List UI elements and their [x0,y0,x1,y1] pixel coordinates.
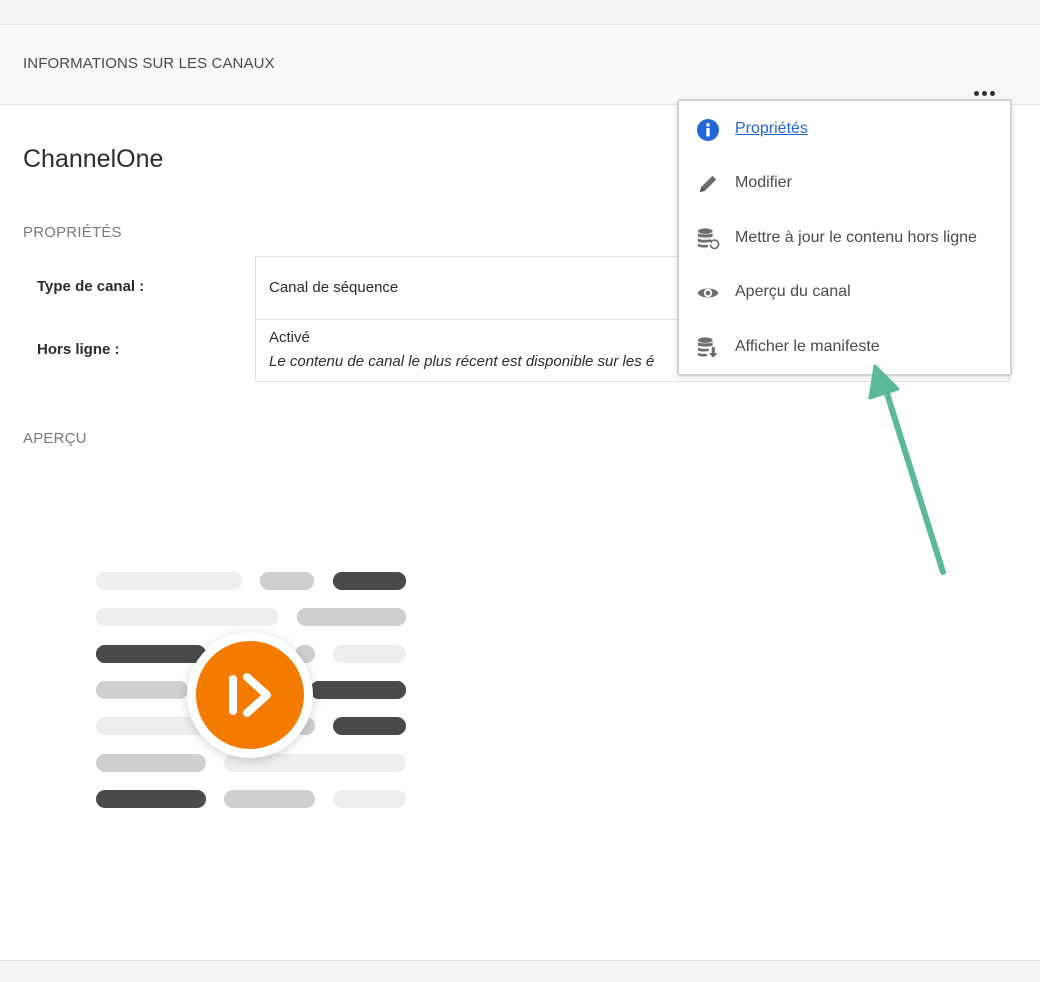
menu-item-label: Mettre à jour le contenu hors ligne [735,229,977,246]
panel-title: INFORMATIONS SUR LES CANAUX [23,55,275,72]
sequence-channel-play-icon [196,641,304,749]
info-icon [696,118,720,142]
illustration-line [96,608,278,626]
property-value: Canal de séquence [269,279,399,296]
illustration-line [96,717,206,735]
play-glyph [229,673,271,717]
database-refresh-icon [696,227,720,251]
property-label: Hors ligne : [37,341,120,358]
menu-item-edit[interactable]: Modifier [679,160,1010,208]
menu-item-label: Modifier [735,174,792,191]
illustration-line [260,572,314,590]
more-dot [989,90,995,96]
menu-item-preview-channel[interactable]: Aperçu du canal [679,269,1010,317]
footer-strip [0,960,1040,982]
actions-menu: Propriétés Modifier Mettre à jour le con… [677,99,1012,376]
illustration-line [333,717,406,735]
menu-item-properties[interactable]: Propriétés [679,106,1010,154]
menu-item-label: Aperçu du canal [735,283,851,300]
menu-item-label: Afficher le manifeste [735,338,880,355]
menu-item-show-manifest[interactable]: Afficher le manifeste [679,324,1010,372]
more-dot [981,90,987,96]
illustration-line [96,754,206,772]
menu-item-update-offline[interactable]: Mettre à jour le contenu hors ligne [679,215,1010,263]
illustration-line [310,681,406,699]
pencil-icon [696,172,720,196]
illustration-line [96,645,206,663]
more-horizontal-icon [973,90,979,96]
top-strip [0,0,1040,25]
illustration-line [333,790,406,808]
property-label: Type de canal : [37,278,145,295]
illustration-line [333,572,406,590]
illustration-line [224,790,315,808]
channel-name: ChannelOne [23,145,164,173]
illustration-line [297,608,406,626]
sequence-channel-graphic [95,572,407,817]
preview-heading: APERÇU [23,430,87,447]
illustration-line [96,681,188,699]
panel-header: INFORMATIONS SUR LES CANAUX [0,25,1040,105]
database-download-icon [696,336,720,360]
property-value: Activé [269,329,310,346]
menu-item-label: Propriétés [735,120,808,137]
illustration-line [96,572,242,590]
illustration-line [96,790,206,808]
eye-icon [696,281,720,305]
properties-heading: PROPRIÉTÉS [23,224,122,241]
illustration-line [333,645,406,663]
